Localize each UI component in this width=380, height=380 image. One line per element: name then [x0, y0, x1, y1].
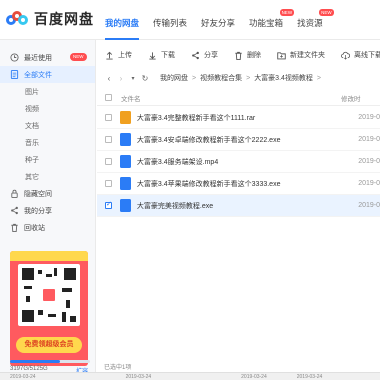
new-folder-button[interactable]: 新建文件夹 [269, 44, 333, 66]
upload-button[interactable]: 上传 [97, 44, 140, 66]
row-checkbox[interactable] [105, 200, 112, 209]
storage-bar [10, 360, 90, 363]
document-icon [10, 70, 19, 79]
promo-banner[interactable]: 免费领超级会员 [10, 251, 88, 366]
file-name[interactable]: 大富豪3.4安卓端修改教程新手看这个2222.exe [137, 135, 348, 145]
offline-download-button[interactable]: 离线下载 [333, 44, 380, 66]
background-window-strip: 2019-03-24 2019-03-24 2019-03-24 2019-03… [0, 372, 380, 380]
logo-icon [6, 11, 28, 27]
file-name[interactable]: 大富豪完美视频教程.exe [137, 201, 348, 211]
main-nav: 我的网盘 传输列表 好友分享 功能宝箱 NEW 找资源 NEW [98, 0, 334, 40]
gift-icon [41, 287, 57, 303]
peek-date: 2019-03-24 [125, 373, 152, 380]
file-name[interactable]: 大富豪3.4完整教程新手看这个1111.rar [137, 113, 348, 123]
table-row[interactable]: 大富豪完美视频教程.exe2019-0 [97, 195, 380, 217]
sidebar-item-my-shares[interactable]: 我的分享 [0, 202, 95, 219]
exe-file-icon [120, 133, 131, 146]
nav-my-disk[interactable]: 我的网盘 [98, 0, 146, 40]
scrollbar[interactable] [375, 90, 379, 360]
new-badge: NEW [319, 9, 334, 16]
table-row[interactable]: 大富豪3.4安卓端修改教程新手看这个2222.exe 2019-0 [97, 129, 380, 151]
new-badge: NEW [70, 53, 87, 61]
upload-icon [105, 51, 114, 60]
row-checkbox[interactable] [105, 158, 112, 165]
file-name[interactable]: 大富豪3.4苹果端修改教程新手看这个3333.exe [137, 179, 348, 189]
nav-transfer-list[interactable]: 传输列表 [146, 0, 194, 40]
lock-icon [10, 189, 19, 198]
sidebar-item-documents[interactable]: 文档 [0, 117, 95, 134]
sidebar-item-videos[interactable]: 视频 [0, 100, 95, 117]
sidebar-item-music[interactable]: 音乐 [0, 134, 95, 151]
breadcrumb-folder[interactable]: 视频教程合集 [200, 73, 242, 83]
column-header-modified[interactable]: 修改时 [341, 93, 361, 103]
share-icon [191, 51, 200, 60]
table-row[interactable]: 大富豪3.4苹果端修改教程新手看这个3333.exe 2019-0 [97, 173, 380, 195]
storage-fill [10, 360, 60, 363]
archive-file-icon [120, 111, 131, 124]
breadcrumb: ‹ › ▾ ↻ 我的网盘 > 视频教程合集 > 大富豪3.4视频教程 > [104, 71, 325, 85]
sidebar-item-other[interactable]: 其它 [0, 168, 95, 185]
free-vip-button[interactable]: 免费领超级会员 [16, 337, 82, 353]
download-icon [148, 51, 157, 60]
sidebar-item-all-files[interactable]: 全部文件 [0, 66, 95, 83]
download-button[interactable]: 下载 [140, 44, 183, 66]
table-row[interactable]: 大富豪3.4服务端架设.mp4 2019-0 [97, 151, 380, 173]
refresh-icon[interactable]: ↻ [140, 74, 150, 83]
nav-toolbox[interactable]: 功能宝箱 NEW [242, 0, 295, 40]
back-arrow-icon[interactable]: ‹ [104, 74, 114, 83]
peek-date: 2019-03-24 [241, 373, 267, 380]
trash-icon [234, 51, 243, 60]
sidebar-item-recent[interactable]: 最近使用 NEW [0, 49, 95, 66]
exe-file-icon [120, 177, 131, 190]
column-header-name[interactable]: 文件名 [121, 93, 341, 103]
logo-text: 百度网盘 [34, 11, 94, 27]
sidebar-item-images[interactable]: 图片 [0, 83, 95, 100]
select-all-checkbox[interactable] [105, 94, 112, 101]
chevron-down-icon[interactable]: ▾ [128, 75, 138, 82]
sidebar-item-recycle-bin[interactable]: 回收站 [0, 219, 95, 236]
file-name[interactable]: 大富豪3.4服务端架设.mp4 [137, 157, 348, 167]
row-checkbox[interactable] [105, 136, 112, 143]
exe-file-icon [120, 199, 131, 212]
file-table-header: 文件名 修改时 [97, 90, 380, 106]
cloud-download-icon [341, 51, 350, 60]
qr-code [18, 264, 80, 326]
promo-ribbon [10, 251, 88, 261]
sidebar-item-torrents[interactable]: 种子 [0, 151, 95, 168]
file-toolbar: 上传 下载 分享 删除 新建文件夹 离线下载 [97, 44, 380, 66]
delete-button[interactable]: 删除 [226, 44, 269, 66]
trash-icon [10, 223, 19, 232]
share-button[interactable]: 分享 [183, 44, 226, 66]
nav-find-resources[interactable]: 找资源 NEW [290, 0, 334, 40]
share-icon [10, 206, 19, 215]
row-checkbox[interactable] [105, 114, 112, 121]
peek-date: 2019-03-24 [296, 373, 323, 380]
forward-arrow-icon[interactable]: › [116, 74, 126, 83]
top-bar: 百度网盘 我的网盘 传输列表 好友分享 功能宝箱 NEW 找资源 NEW [0, 0, 380, 40]
sidebar: 最近使用 NEW 全部文件 图片 视频 文档 音乐 种子 其它 隐藏空间 我的分… [0, 40, 96, 380]
row-checkbox[interactable] [105, 180, 112, 187]
app-logo[interactable]: 百度网盘 [6, 9, 94, 29]
breadcrumb-current[interactable]: 大富豪3.4视频教程 [254, 73, 313, 83]
nav-friend-share[interactable]: 好友分享 [194, 0, 242, 40]
breadcrumb-root[interactable]: 我的网盘 [160, 73, 188, 83]
folder-add-icon [277, 51, 286, 60]
video-file-icon [120, 155, 131, 168]
table-row[interactable]: 大富豪3.4完整教程新手看这个1111.rar 2019-0 [97, 107, 380, 129]
peek-date: 2019-03-24 [10, 373, 36, 380]
clock-icon [10, 53, 19, 62]
selection-count: 已选中1项 [104, 365, 132, 371]
sidebar-item-hidden-space[interactable]: 隐藏空间 [0, 185, 95, 202]
